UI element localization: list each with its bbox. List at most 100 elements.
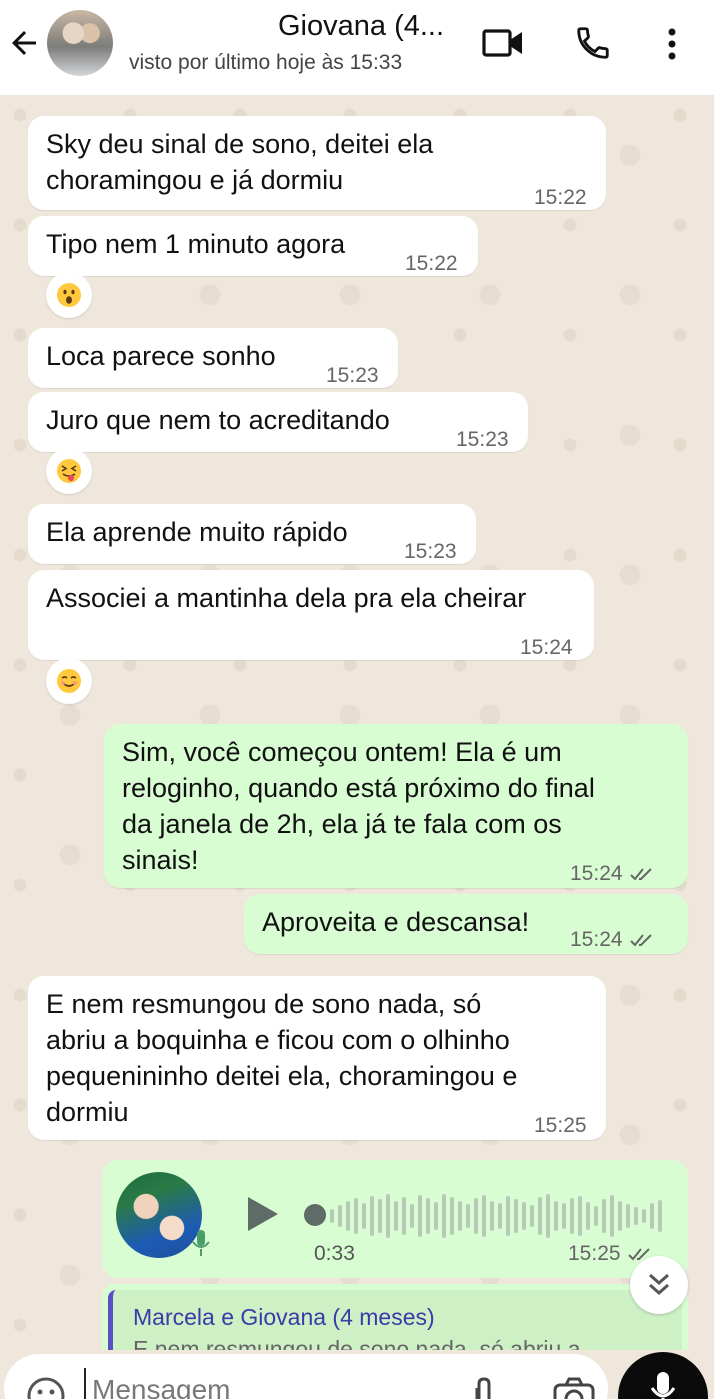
phone-icon[interactable]: [574, 24, 612, 62]
waveform-bar: [466, 1204, 470, 1228]
waveform-bar: [522, 1202, 526, 1230]
waveform-bar: [378, 1199, 382, 1233]
message-time: 15:24: [570, 856, 659, 892]
waveform-bar: [482, 1195, 486, 1237]
waveform-bar: [330, 1209, 334, 1223]
outgoing-message[interactable]: Sim, você começou ontem! Ela é um relogi…: [104, 724, 688, 888]
message-time: 15:22: [534, 186, 587, 209]
quoted-reply[interactable]: Marcela e Giovana (4 meses) E nem resmun…: [102, 1284, 688, 1350]
camera-icon[interactable]: [552, 1376, 596, 1399]
voice-duration: 0:33: [314, 1242, 355, 1265]
reaction-badge[interactable]: [46, 448, 92, 494]
waveform-bar: [546, 1194, 550, 1238]
incoming-message[interactable]: Loca parece sonho 15:23: [28, 328, 398, 388]
double-check-icon: [629, 934, 652, 947]
message-text: Tipo nem 1 minuto agora: [46, 229, 346, 259]
waveform-bar: [506, 1196, 510, 1236]
waveform-bar: [586, 1202, 590, 1230]
emoji-icon[interactable]: [26, 1376, 66, 1399]
reaction-badge[interactable]: [46, 658, 92, 704]
chat-header: Giovana (4... visto por último hoje às 1…: [0, 0, 714, 95]
message-text: Ela aprende muito rápido: [46, 517, 348, 547]
waveform-bar: [442, 1194, 446, 1238]
message-text: Juro que nem to acreditando: [46, 405, 390, 435]
message-input[interactable]: [84, 1368, 444, 1399]
message-time: 15:23: [404, 540, 457, 563]
voice-message[interactable]: 0:33 15:25: [102, 1160, 688, 1278]
chat-title[interactable]: Giovana (4...: [278, 10, 444, 43]
play-icon[interactable]: [246, 1195, 280, 1233]
waveform-bar: [602, 1199, 606, 1233]
message-text: Associei a mantinha dela pra ela cheirar: [46, 583, 527, 613]
waveform-bar: [362, 1203, 366, 1229]
waveform-bar: [354, 1198, 358, 1234]
waveform-bar: [514, 1199, 518, 1233]
last-seen-status: visto por último hoje às 15:33: [129, 51, 403, 74]
waveform-bar: [634, 1207, 638, 1225]
waveform-bar: [610, 1195, 614, 1237]
playback-scrubber[interactable]: [304, 1204, 326, 1226]
incoming-message[interactable]: Sky deu sinal de sono, deitei ela choram…: [28, 116, 606, 210]
incoming-message[interactable]: Tipo nem 1 minuto agora 15:22: [28, 216, 478, 276]
waveform-bar: [490, 1201, 494, 1231]
quoted-author: Marcela e Giovana (4 meses): [133, 1304, 435, 1330]
message-time: 15:24: [520, 636, 573, 659]
audio-waveform[interactable]: [328, 1186, 668, 1246]
mic-icon: [650, 1372, 676, 1399]
message-composer: [4, 1354, 608, 1399]
mic-icon: [192, 1230, 210, 1256]
waveform-bar: [394, 1201, 398, 1231]
quoted-reply-card: Marcela e Giovana (4 meses) E nem resmun…: [108, 1290, 682, 1350]
waveform-bar: [346, 1201, 350, 1231]
waveform-bar: [530, 1205, 534, 1227]
scroll-to-bottom-button[interactable]: [630, 1256, 688, 1314]
message-time-text: 15:24: [570, 928, 623, 951]
waveform-bar: [370, 1196, 374, 1236]
waveform-bar: [458, 1201, 462, 1231]
contact-avatar[interactable]: [47, 10, 113, 76]
waveform-bar: [450, 1197, 454, 1235]
outgoing-message[interactable]: Aproveita e descansa! 15:24: [244, 894, 688, 954]
waveform-bar: [618, 1201, 622, 1231]
message-time: 15:24: [570, 922, 659, 958]
video-call-icon[interactable]: [482, 26, 524, 60]
waveform-bar: [650, 1203, 654, 1229]
incoming-message[interactable]: Associei a mantinha dela pra ela cheirar…: [28, 570, 594, 660]
incoming-message[interactable]: Ela aprende muito rápido 15:23: [28, 504, 476, 564]
reaction-badge[interactable]: [46, 272, 92, 318]
message-time-text: 15:25: [568, 1242, 621, 1265]
waveform-bar: [578, 1196, 582, 1236]
waveform-bar: [626, 1204, 630, 1228]
waveform-bar: [434, 1202, 438, 1230]
double-check-icon: [629, 868, 652, 881]
waveform-bar: [562, 1203, 566, 1229]
waveform-bar: [338, 1205, 342, 1227]
waveform-bar: [402, 1197, 406, 1235]
waveform-bar: [410, 1204, 414, 1228]
waveform-bar: [554, 1201, 558, 1231]
message-text: Sky deu sinal de sono, deitei ela choram…: [46, 129, 434, 195]
quoted-snippet: E nem resmungou de sono nada, só abriu a: [133, 1336, 581, 1350]
attach-icon[interactable]: [468, 1374, 498, 1399]
message-time: 15:22: [405, 252, 458, 275]
waveform-bar: [474, 1198, 478, 1234]
waveform-bar: [570, 1198, 574, 1234]
incoming-message[interactable]: E nem resmungou de sono nada, só abriu a…: [28, 976, 606, 1140]
message-time: 15:23: [456, 428, 509, 451]
more-vert-icon[interactable]: [660, 24, 684, 64]
waveform-bar: [642, 1209, 646, 1223]
incoming-message[interactable]: Juro que nem to acreditando 15:23: [28, 392, 528, 452]
message-time: 15:25: [534, 1114, 587, 1137]
message-time: 15:23: [326, 364, 379, 387]
tongue-out-emoji-icon: [57, 459, 81, 483]
message-time-text: 15:24: [570, 862, 623, 885]
waveform-bar: [658, 1200, 662, 1232]
blushing-emoji-icon: [57, 669, 81, 693]
waveform-bar: [538, 1197, 542, 1235]
message-text: E nem resmungou de sono nada, só abriu a…: [46, 989, 518, 1127]
surprised-emoji-icon: [57, 283, 81, 307]
back-arrow-icon[interactable]: [6, 25, 42, 61]
waveform-bar: [594, 1206, 598, 1226]
waveform-bar: [426, 1198, 430, 1234]
chevron-double-down-icon: [649, 1273, 669, 1296]
